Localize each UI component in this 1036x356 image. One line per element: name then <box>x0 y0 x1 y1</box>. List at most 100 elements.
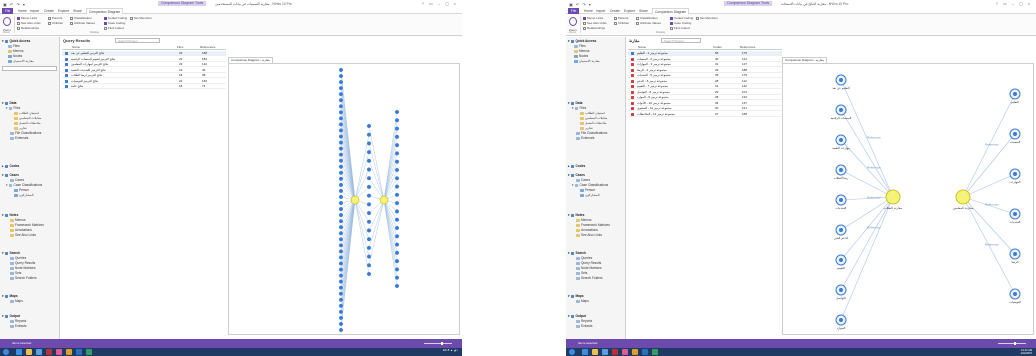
table-row[interactable]: مجموعة ترميز 9 - الموارد 28 132 <box>628 95 782 100</box>
checkbox[interactable] <box>614 16 617 20</box>
table-row[interactable]: نتائج الترميز لمهارات المعلمين 23 132 <box>62 62 226 67</box>
table-row[interactable]: مجموعة ترميز 12 - الملاحظات 37 168 <box>628 112 782 117</box>
code-node[interactable] <box>394 151 400 156</box>
code-node[interactable] <box>394 109 400 115</box>
code-node[interactable] <box>338 146 344 152</box>
diagram-canvas[interactable]: Reference Reference Reference Reference Refe… <box>783 64 1035 336</box>
code-node[interactable] <box>338 315 344 321</box>
nav-participants[interactable]: المشاركون <box>580 193 625 198</box>
checkbox[interactable] <box>17 21 20 25</box>
code-node[interactable] <box>366 210 372 216</box>
checkbox[interactable] <box>104 26 107 30</box>
code-node[interactable] <box>338 321 344 327</box>
code-node[interactable] <box>338 158 344 164</box>
ie-icon[interactable] <box>16 349 22 355</box>
nvivo-icon[interactable] <box>86 349 92 355</box>
comparison-diagram[interactable] <box>228 63 460 335</box>
code-node[interactable] <box>394 225 400 231</box>
code-node[interactable] <box>366 132 372 138</box>
table-row[interactable]: مجموعة ترميز 11 - المحتوى 30 121 <box>628 106 782 111</box>
window-controls[interactable]: ? ▭ – ◻ × <box>996 1 1032 6</box>
checkbox[interactable] <box>583 26 586 30</box>
code-node[interactable] <box>366 219 372 225</box>
nav-extracts[interactable]: Extracts <box>576 324 625 329</box>
code-node[interactable] <box>338 230 344 236</box>
checkbox[interactable] <box>583 21 586 25</box>
code-node[interactable] <box>394 117 400 123</box>
code-node[interactable] <box>366 123 372 129</box>
checkbox[interactable] <box>17 26 20 30</box>
code-node[interactable] <box>366 271 372 277</box>
code-node[interactable] <box>338 170 344 176</box>
code-node-label[interactable]: المنصات الرقمية <box>831 116 852 120</box>
code-node[interactable] <box>338 164 344 170</box>
nvivo-icon[interactable] <box>652 349 658 355</box>
code-node[interactable] <box>394 142 400 148</box>
nav-search-input[interactable] <box>2 66 57 71</box>
code-node[interactable] <box>338 309 344 315</box>
checkbox[interactable] <box>104 16 107 20</box>
option-case-coding[interactable]: Case Coding <box>670 21 691 25</box>
code-node-core[interactable] <box>839 78 843 82</box>
code-node-core[interactable] <box>839 228 843 232</box>
code-node[interactable] <box>338 109 344 115</box>
code-node[interactable] <box>366 193 372 199</box>
code-node[interactable] <box>366 262 372 268</box>
code-node-label[interactable]: الدعم الفني <box>834 236 849 240</box>
option-coded-coding[interactable]: Coded Coding <box>670 16 693 20</box>
code-node[interactable] <box>366 167 372 172</box>
code-node[interactable] <box>394 134 400 140</box>
code-node[interactable] <box>338 128 344 133</box>
code-node[interactable] <box>394 200 400 206</box>
code-node-label[interactable]: المهارات <box>1010 180 1021 184</box>
code-node[interactable] <box>366 236 372 242</box>
col-name[interactable]: Name <box>638 45 646 50</box>
checkbox[interactable] <box>670 26 673 30</box>
code-node-label[interactable]: التحديات <box>836 206 847 210</box>
col-files[interactable]: Files <box>177 45 183 50</box>
option-parents[interactable]: Parents <box>614 16 628 20</box>
checkbox[interactable] <box>104 21 107 25</box>
nav-item-shortcut[interactable]: مقارنة الاستبيان <box>574 59 625 64</box>
table-row[interactable]: مجموعة ترميز 5 - التحديات 35 175 <box>628 73 782 78</box>
case-hub-node[interactable] <box>955 189 971 205</box>
app-icon[interactable] <box>622 349 628 355</box>
code-node[interactable] <box>366 254 372 259</box>
checkbox[interactable] <box>636 16 639 20</box>
code-node[interactable] <box>338 212 344 218</box>
code-node-core[interactable] <box>839 198 843 202</box>
connector-line[interactable] <box>368 199 385 248</box>
code-node-label[interactable]: التواصل <box>836 296 846 300</box>
code-node[interactable] <box>366 228 372 233</box>
word-icon[interactable] <box>642 349 648 355</box>
option-children[interactable]: Children <box>614 21 629 25</box>
code-node[interactable] <box>394 267 400 272</box>
code-node-label[interactable]: التوصيات <box>1009 300 1021 304</box>
code-node[interactable] <box>338 91 344 97</box>
case-hub-node[interactable] <box>885 189 901 205</box>
edge-label[interactable]: Reference <box>985 243 999 247</box>
code-node[interactable] <box>338 291 344 297</box>
connector-line[interactable] <box>840 196 894 321</box>
table-row[interactable]: نتائج الترميز لرضا الطلاب 18 38 <box>62 73 226 78</box>
code-node-core[interactable] <box>1013 132 1017 136</box>
nav-maps-folder[interactable]: Maps <box>576 299 625 304</box>
table-row[interactable]: مجموعة ترميز 2 - المنصات 40 121 <box>628 57 782 62</box>
option-memo-links[interactable]: Memo Links <box>583 16 603 20</box>
app-icon[interactable] <box>66 349 72 355</box>
app-icon[interactable] <box>56 349 62 355</box>
start-icon[interactable] <box>3 349 9 355</box>
nav-search-folders[interactable]: Search Folders <box>576 276 625 281</box>
code-node-core[interactable] <box>1013 212 1017 216</box>
code-node-core[interactable] <box>839 168 843 172</box>
checkbox[interactable] <box>583 16 586 20</box>
explorer-icon[interactable] <box>26 349 32 355</box>
code-node-label[interactable]: الموارد <box>837 326 846 330</box>
option-relationships[interactable]: Relationships <box>17 26 39 30</box>
table-row[interactable]: مجموعة ترميز 10 - الأدوات 36 137 <box>628 101 782 106</box>
table-row[interactable]: مجموعة ترميز 1 - التعليم 56 175 <box>628 51 782 56</box>
checkbox[interactable] <box>614 21 617 25</box>
table-row[interactable]: نتائج الترميز للتوصيات 22 160 <box>62 79 226 84</box>
option-see-also-links[interactable]: See Also Links <box>583 21 607 25</box>
code-node-label[interactable]: التقييم <box>837 266 845 270</box>
